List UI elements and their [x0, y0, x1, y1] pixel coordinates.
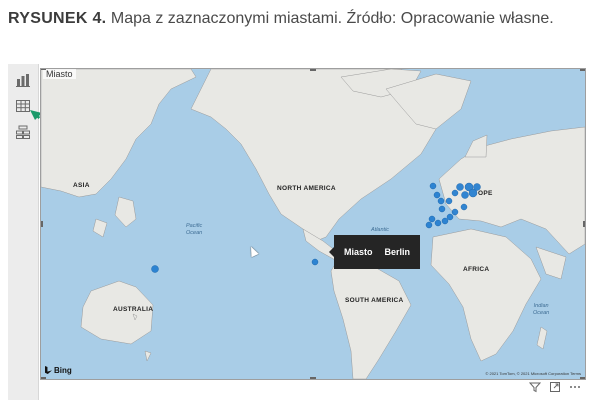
- map-visual[interactable]: Miasto ASIA NORTH AMERICA OPE AFRICA SOU…: [40, 68, 586, 380]
- map-label-asia: ASIA: [73, 182, 90, 189]
- bing-icon: [45, 366, 52, 374]
- map-label-north-america: NORTH AMERICA: [277, 185, 336, 192]
- resize-handle-top[interactable]: [310, 69, 316, 71]
- map-label-africa: AFRICA: [463, 266, 490, 273]
- map-label-south-america: SOUTH AMERICA: [345, 297, 404, 304]
- filter-icon[interactable]: [529, 381, 541, 393]
- world-map[interactable]: [41, 69, 585, 379]
- map-label-europe: OPE: [478, 190, 493, 197]
- bing-logo: Bing: [45, 366, 72, 375]
- figure-number: RYSUNEK 4.: [8, 10, 107, 27]
- bing-label: Bing: [54, 366, 72, 375]
- resize-handle-left[interactable]: [41, 221, 43, 227]
- tooltip-field: Miasto: [344, 247, 373, 257]
- visual-title: Miasto: [43, 69, 76, 79]
- focus-mode-icon[interactable]: [549, 381, 561, 393]
- ocean-label-pacific: Pacific Ocean: [186, 223, 203, 236]
- resize-handle-br[interactable]: [580, 377, 585, 379]
- figure-caption: RYSUNEK 4. Mapa z zaznaczonymi miastami.…: [8, 10, 554, 28]
- tooltip-pointer: [329, 247, 334, 257]
- tooltip-value: Berlin: [384, 247, 411, 257]
- map-tooltip: Miasto Berlin: [329, 235, 421, 269]
- map-label-australia: AUSTRALIA: [113, 306, 154, 313]
- resize-handle-tl[interactable]: [41, 69, 46, 70]
- figure-caption-text: Mapa z zaznaczonymi miastami. Źródło: Op…: [110, 10, 554, 27]
- resize-handle-tr[interactable]: [580, 69, 585, 71]
- resize-handle-bottom[interactable]: [310, 377, 316, 379]
- ocean-label-indian: Indian Ocean: [533, 303, 550, 316]
- bar-chart-icon[interactable]: [15, 72, 31, 88]
- visual-footer-toolbar: [529, 380, 581, 394]
- resize-handle-right[interactable]: [583, 221, 585, 227]
- resize-handle-bl[interactable]: [41, 377, 46, 379]
- map-copyright[interactable]: © 2021 TomTom, © 2021 Microsoft Corporat…: [485, 371, 581, 376]
- more-options-icon[interactable]: [569, 381, 581, 393]
- ocean-label-atlantic: Atlantic: [371, 227, 390, 233]
